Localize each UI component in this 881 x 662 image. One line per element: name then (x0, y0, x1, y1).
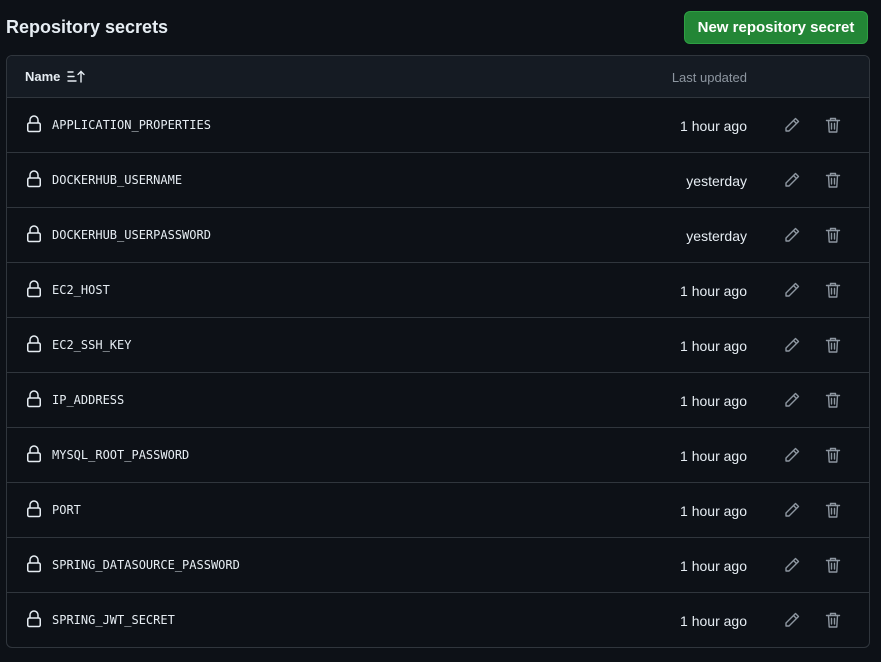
table-row: SPRING_DATASOURCE_PASSWORD 1 hour ago (7, 538, 869, 593)
delete-secret-button[interactable] (820, 112, 846, 138)
section-title: Repository secrets (6, 17, 169, 37)
edit-secret-button[interactable] (779, 442, 805, 468)
delete-secret-button[interactable] (820, 332, 846, 358)
trash-icon (825, 172, 841, 188)
edit-secret-button[interactable] (779, 607, 805, 633)
last-updated: 1 hour ago (680, 558, 747, 574)
last-updated: 1 hour ago (680, 283, 747, 299)
trash-icon (825, 392, 841, 408)
edit-secret-button[interactable] (779, 112, 805, 138)
delete-secret-button[interactable] (820, 442, 846, 468)
name-column-header[interactable]: Name (25, 69, 86, 84)
lock-icon (26, 115, 42, 133)
last-updated: 1 hour ago (680, 393, 747, 409)
secret-name: EC2_HOST (52, 283, 110, 297)
name-column-label: Name (25, 69, 61, 84)
pencil-icon (785, 172, 800, 187)
delete-secret-button[interactable] (820, 167, 846, 193)
pencil-icon (785, 502, 800, 517)
secret-name: MYSQL_ROOT_PASSWORD (52, 448, 190, 462)
pencil-icon (785, 392, 800, 407)
table-row: MYSQL_ROOT_PASSWORD 1 hour ago (7, 428, 869, 483)
trash-icon (825, 227, 841, 243)
last-updated-column-header: Last updated (671, 70, 747, 85)
section-header: Repository secrets New repository secret (0, 0, 881, 56)
last-updated: yesterday (686, 173, 747, 189)
secret-name: SPRING_JWT_SECRET (52, 613, 175, 627)
edit-secret-button[interactable] (779, 277, 805, 303)
lock-icon (26, 445, 42, 463)
trash-icon (825, 612, 841, 628)
table-header: Name Last updated (7, 56, 869, 98)
last-updated: 1 hour ago (680, 338, 747, 354)
lock-icon (26, 555, 42, 573)
pencil-icon (785, 337, 800, 352)
table-row: DOCKERHUB_USERNAME yesterday (7, 153, 869, 208)
lock-icon (26, 170, 42, 188)
sort-ascending-icon[interactable] (67, 70, 86, 84)
secret-name: DOCKERHUB_USERPASSWORD (52, 228, 211, 242)
last-updated: 1 hour ago (680, 503, 747, 519)
lock-icon (26, 280, 42, 298)
secret-name: EC2_SSH_KEY (52, 338, 132, 352)
edit-secret-button[interactable] (779, 387, 805, 413)
lock-icon (26, 225, 42, 243)
edit-secret-button[interactable] (779, 552, 805, 578)
pencil-icon (785, 227, 800, 242)
secrets-list: APPLICATION_PROPERTIES 1 hour ago DOCKER… (7, 98, 869, 647)
delete-secret-button[interactable] (820, 387, 846, 413)
last-updated: 1 hour ago (680, 613, 747, 629)
lock-icon (26, 500, 42, 518)
edit-secret-button[interactable] (779, 332, 805, 358)
secret-name: SPRING_DATASOURCE_PASSWORD (52, 558, 240, 572)
trash-icon (825, 282, 841, 298)
secret-name: APPLICATION_PROPERTIES (52, 118, 211, 132)
pencil-icon (785, 612, 800, 627)
last-updated: 1 hour ago (680, 448, 747, 464)
table-row: PORT 1 hour ago (7, 483, 869, 538)
trash-icon (825, 447, 841, 463)
secrets-page: Repository secrets New repository secret… (0, 0, 881, 662)
edit-secret-button[interactable] (779, 222, 805, 248)
delete-secret-button[interactable] (820, 497, 846, 523)
table-row: EC2_SSH_KEY 1 hour ago (7, 318, 869, 373)
trash-icon (825, 557, 841, 573)
lock-icon (26, 335, 42, 353)
last-updated: 1 hour ago (680, 118, 747, 134)
trash-icon (825, 337, 841, 353)
table-row: APPLICATION_PROPERTIES 1 hour ago (7, 98, 869, 153)
table-row: DOCKERHUB_USERPASSWORD yesterday (7, 208, 869, 263)
new-repository-secret-button[interactable]: New repository secret (684, 11, 868, 44)
edit-secret-button[interactable] (779, 167, 805, 193)
edit-secret-button[interactable] (779, 497, 805, 523)
last-updated: yesterday (686, 228, 747, 244)
delete-secret-button[interactable] (820, 277, 846, 303)
trash-icon (825, 502, 841, 518)
secret-name: IP_ADDRESS (52, 393, 125, 407)
table-row: EC2_HOST 1 hour ago (7, 263, 869, 318)
pencil-icon (785, 117, 800, 132)
delete-secret-button[interactable] (820, 222, 846, 248)
pencil-icon (785, 447, 800, 462)
pencil-icon (785, 557, 800, 572)
lock-icon (26, 390, 42, 408)
secrets-table: Name Last updated APPLICATION_PROPERTIES… (6, 55, 870, 648)
delete-secret-button[interactable] (820, 607, 846, 633)
trash-icon (825, 117, 841, 133)
secret-name: DOCKERHUB_USERNAME (52, 173, 183, 187)
table-row: SPRING_JWT_SECRET 1 hour ago (7, 593, 869, 647)
pencil-icon (785, 282, 800, 297)
secret-name: PORT (52, 503, 81, 517)
delete-secret-button[interactable] (820, 552, 846, 578)
lock-icon (26, 610, 42, 628)
table-row: IP_ADDRESS 1 hour ago (7, 373, 869, 428)
